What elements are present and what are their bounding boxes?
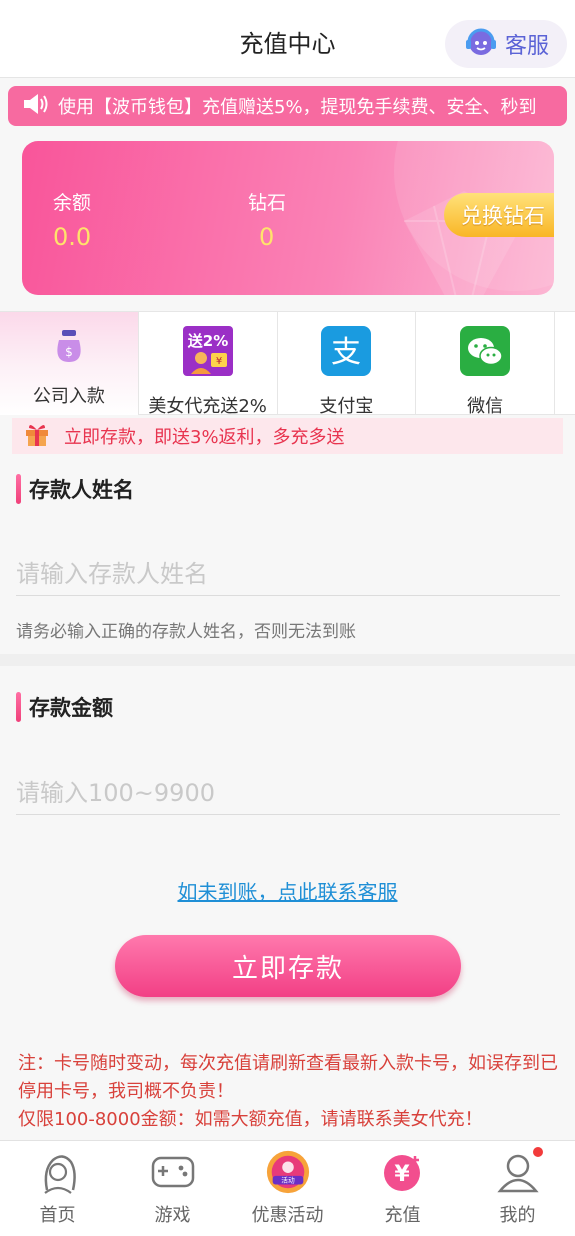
customer-service-label: 客服 bbox=[504, 34, 549, 59]
tab-label: 游戏 bbox=[154, 1205, 191, 1226]
depositor-name-title: 存款人姓名 bbox=[16, 474, 134, 504]
method-label: 美女代充送2% bbox=[148, 396, 267, 417]
method-company-deposit[interactable]: $ 公司入款 bbox=[0, 312, 139, 415]
deposit-notes: 注：卡号随时变动，每次充值请刷新查看最新入款卡号，如误存到已停用卡号，我司概不负… bbox=[18, 1050, 558, 1134]
bottom-tab-bar: 首页 游戏 活动 优惠活动 ¥ 充值 我的 bbox=[0, 1140, 575, 1236]
depositor-name-input[interactable] bbox=[16, 552, 560, 596]
deposit-amount-input[interactable] bbox=[16, 771, 560, 815]
headset-icon bbox=[463, 24, 499, 64]
tab-label: 首页 bbox=[39, 1205, 76, 1226]
gift-icon bbox=[24, 421, 50, 451]
method-overflow bbox=[555, 312, 575, 415]
tab-label: 我的 bbox=[499, 1205, 536, 1226]
promo-text: 立即存款，即送3%返利，多充多送 bbox=[64, 427, 345, 448]
contact-service-link[interactable]: 如未到账，点此联系客服 bbox=[0, 876, 575, 905]
notice-marquee[interactable]: 使用【波币钱包】充值赠送5%，提现免手续费、安全、秒到 bbox=[8, 86, 567, 126]
method-alipay[interactable]: 支 支付宝 bbox=[278, 312, 417, 417]
section-title-text: 存款人姓名 bbox=[29, 478, 134, 502]
alipay-icon: 支 bbox=[321, 326, 372, 380]
wechat-icon bbox=[460, 326, 511, 380]
promotion-icon: 活动 bbox=[265, 1149, 311, 1195]
method-label: 公司入款 bbox=[32, 386, 105, 407]
home-avatar-icon bbox=[35, 1149, 81, 1195]
method-label: 支付宝 bbox=[319, 396, 374, 417]
tab-promotions[interactable]: 活动 优惠活动 bbox=[230, 1141, 345, 1236]
diamond-label: 钻石 bbox=[248, 192, 287, 214]
method-agent-recharge[interactable]: 送2% ¥ 美女代充送2% bbox=[139, 312, 278, 417]
balance-value: 0.0 bbox=[53, 223, 92, 251]
section-title-text: 存款金额 bbox=[29, 696, 113, 720]
section-accent-bar bbox=[16, 474, 21, 504]
note-line-2: 仅限100-8000金额：如需大额充值，请请联系美女代充！ bbox=[18, 1109, 483, 1130]
tab-mine[interactable]: 我的 bbox=[460, 1141, 575, 1236]
promo-banner: 立即存款，即送3%返利，多充多送 bbox=[12, 418, 563, 454]
notification-dot bbox=[531, 1145, 545, 1159]
svg-text:送2%: 送2% bbox=[186, 332, 227, 350]
tab-games[interactable]: 游戏 bbox=[115, 1141, 230, 1236]
payment-method-tabs: $ 公司入款 送2% ¥ 美女代充送2% 支 支付宝 微信 bbox=[0, 311, 575, 417]
diamond-value: 0 bbox=[259, 223, 275, 251]
gamepad-icon bbox=[150, 1149, 196, 1195]
recharge-page: 充值中心 客服 使用【波币钱包】充值赠送5%，提现免手续费、安全、秒到 余额 0… bbox=[0, 0, 575, 1236]
tab-label: 优惠活动 bbox=[251, 1205, 324, 1226]
section-divider bbox=[0, 654, 575, 666]
deposit-amount-title: 存款金额 bbox=[16, 692, 113, 722]
agent-2pct-icon: 送2% ¥ bbox=[182, 326, 233, 380]
balance-label: 余额 bbox=[53, 192, 92, 214]
svg-text:支: 支 bbox=[331, 335, 361, 370]
depositor-name-hint: 请务必输入正确的存款人姓名，否则无法到账 bbox=[16, 622, 356, 642]
money-bag-icon: $ bbox=[49, 326, 89, 370]
section-accent-bar bbox=[16, 692, 21, 722]
app-header: 充值中心 客服 bbox=[0, 0, 575, 78]
tab-label: 充值 bbox=[384, 1205, 421, 1226]
method-label: 微信 bbox=[467, 396, 504, 417]
balance-card: 余额 0.0 钻石 0 兑换钻石 bbox=[22, 141, 554, 295]
exchange-diamond-button[interactable]: 兑换钻石 bbox=[444, 193, 554, 237]
notice-text: 使用【波币钱包】充值赠送5%，提现免手续费、安全、秒到 bbox=[58, 97, 537, 118]
svg-text:$: $ bbox=[65, 345, 73, 359]
deposit-now-button[interactable]: 立即存款 bbox=[115, 935, 461, 997]
customer-service-button[interactable]: 客服 bbox=[445, 20, 567, 68]
note-line-1: 注：卡号随时变动，每次充值请刷新查看最新入款卡号，如误存到已停用卡号，我司概不负… bbox=[18, 1053, 558, 1102]
recharge-icon: ¥ bbox=[380, 1149, 426, 1195]
tab-home[interactable]: 首页 bbox=[0, 1141, 115, 1236]
speaker-icon bbox=[22, 92, 48, 120]
tab-recharge[interactable]: ¥ 充值 bbox=[345, 1141, 460, 1236]
svg-text:活动: 活动 bbox=[281, 1176, 295, 1185]
svg-text:¥: ¥ bbox=[215, 356, 221, 367]
svg-text:¥: ¥ bbox=[394, 1162, 410, 1187]
method-wechat[interactable]: 微信 bbox=[416, 312, 556, 417]
